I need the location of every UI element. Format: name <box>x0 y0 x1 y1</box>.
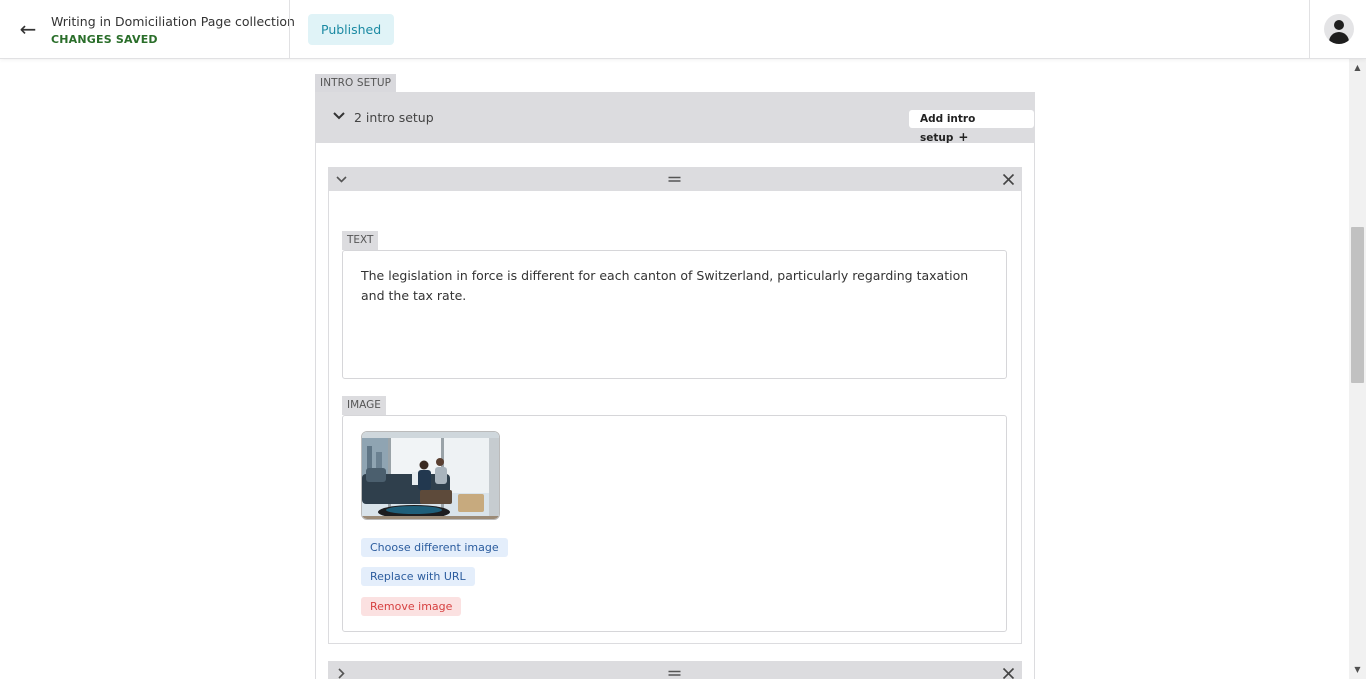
drag-handle-icon[interactable] <box>667 172 682 187</box>
intro-setup-count: 2 intro setup <box>354 110 434 125</box>
section-label-intro-setup: INTRO SETUP <box>315 74 397 92</box>
page-scrollbar[interactable]: ▲ ▼ <box>1349 59 1366 679</box>
plus-icon: + <box>958 130 969 144</box>
status-badge[interactable]: Published <box>308 14 395 45</box>
scroll-down-icon[interactable]: ▼ <box>1349 663 1366 677</box>
title-block: Writing in Domiciliation Page collection… <box>51 14 295 46</box>
add-intro-setup-button[interactable]: Add intro setup + <box>909 110 1034 144</box>
divider <box>1309 0 1310 59</box>
chevron-down-icon[interactable] <box>334 172 349 187</box>
arrow-left-icon[interactable]: ← <box>16 18 40 42</box>
intro-setup-item <box>328 661 1022 679</box>
item-toolbar <box>329 662 1021 679</box>
scroll-up-icon[interactable]: ▲ <box>1349 61 1366 75</box>
replace-with-url-button[interactable]: Replace with URL <box>361 567 475 586</box>
intro-setup-item: TEXT The legislation in force is differe… <box>328 167 1022 644</box>
item-toolbar <box>329 168 1021 191</box>
image-field: Choose different image Replace with URL … <box>342 415 1007 632</box>
close-icon[interactable] <box>1001 172 1016 187</box>
page-title: Writing in Domiciliation Page collection <box>51 14 295 29</box>
image-thumbnail[interactable] <box>361 431 500 520</box>
text-field-label: TEXT <box>342 231 379 250</box>
chevron-down-icon[interactable] <box>331 108 347 124</box>
top-bar: ← Writing in Domiciliation Page collecti… <box>0 0 1366 59</box>
save-status: CHANGES SAVED <box>51 33 158 46</box>
text-field[interactable]: The legislation in force is different fo… <box>342 250 1007 379</box>
close-icon[interactable] <box>1001 666 1016 679</box>
office-photo <box>362 432 499 519</box>
chevron-right-icon[interactable] <box>334 666 349 679</box>
intro-setup-header[interactable]: 2 intro setup Add intro setup + <box>316 93 1034 144</box>
image-field-label: IMAGE <box>342 396 386 415</box>
choose-different-image-button[interactable]: Choose different image <box>361 538 508 557</box>
divider <box>289 0 290 59</box>
user-avatar-icon[interactable] <box>1324 14 1354 44</box>
intro-setup-panel: 2 intro setup Add intro setup + TEXT The … <box>315 92 1035 679</box>
drag-handle-icon[interactable] <box>667 666 682 679</box>
remove-image-button[interactable]: Remove image <box>361 597 462 616</box>
scroll-thumb[interactable] <box>1351 227 1364 383</box>
